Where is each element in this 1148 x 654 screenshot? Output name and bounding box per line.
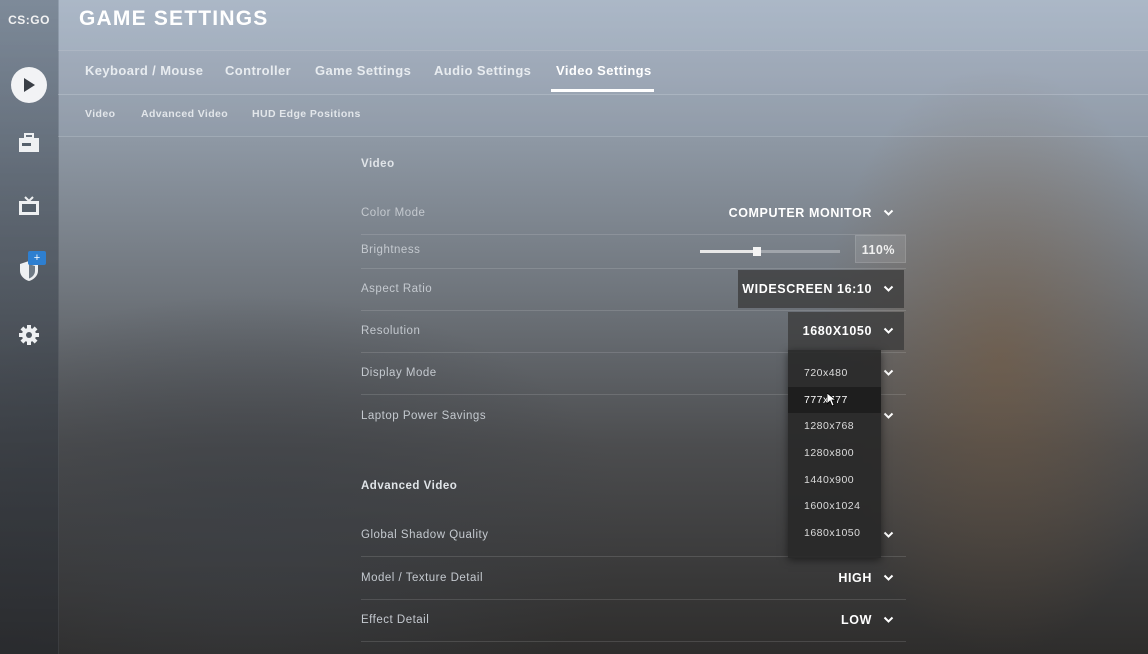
tab-keyboard-mouse[interactable]: Keyboard / Mouse [85, 50, 203, 92]
section-title-advanced-video: Advanced Video [361, 480, 458, 492]
watch-button[interactable] [0, 194, 58, 220]
tab-controller[interactable]: Controller [225, 50, 291, 92]
setting-row-model-texture-detail[interactable]: Model / Texture Detail HIGH [361, 557, 906, 600]
setting-label: Resolution [361, 325, 421, 337]
brightness-value-box[interactable]: 110% [855, 235, 906, 263]
setting-value: WIDESCREEN 16:10 [742, 282, 872, 296]
notification-badge: + [28, 251, 46, 265]
play-icon [11, 67, 47, 103]
play-button[interactable] [0, 67, 58, 103]
chevron-down-icon [883, 412, 894, 419]
resolution-option[interactable]: 1440x900 [788, 467, 881, 493]
setting-row-resolution[interactable]: Resolution 1680X1050 [361, 310, 906, 353]
setting-label: Model / Texture Detail [361, 572, 484, 584]
resolution-dropdown: 720x480 777x777 1280x768 1280x800 1440x9… [788, 350, 881, 558]
setting-label: Display Mode [361, 367, 437, 379]
setting-label: Effect Detail [361, 614, 430, 626]
resolution-option[interactable]: 1600x1024 [788, 493, 881, 519]
setting-row-effect-detail[interactable]: Effect Detail LOW [361, 599, 906, 642]
chevron-down-icon [883, 574, 894, 581]
active-tab-indicator [551, 89, 654, 92]
setting-label: Laptop Power Savings [361, 410, 487, 422]
setting-value: COMPUTER MONITOR [728, 206, 872, 220]
section-title-video: Video [361, 158, 395, 170]
setting-label: Aspect Ratio [361, 283, 433, 295]
setting-value: LOW [841, 613, 872, 627]
csgo-logo[interactable]: CS:GO [0, 13, 58, 27]
tv-icon [19, 196, 39, 215]
sidebar: CS:GO + [0, 0, 59, 654]
gear-icon [19, 325, 39, 345]
resolution-option[interactable]: 1680x1050 [788, 520, 881, 546]
chevron-down-icon [883, 369, 894, 376]
setting-value: HIGH [838, 571, 872, 585]
settings-button[interactable] [0, 322, 58, 348]
mouse-cursor-icon [827, 393, 837, 407]
shield-button[interactable]: + [0, 251, 58, 284]
tab-game-settings[interactable]: Game Settings [315, 50, 411, 92]
slider-thumb[interactable] [753, 247, 762, 256]
setting-row-aspect-ratio[interactable]: Aspect Ratio WIDESCREEN 16:10 [361, 268, 906, 311]
resolution-option[interactable]: 1280x800 [788, 440, 881, 466]
subtab-hud-edge-positions[interactable]: HUD Edge Positions [252, 94, 361, 136]
setting-label: Brightness [361, 244, 421, 256]
brightness-value: 110% [861, 243, 895, 257]
briefcase-icon [19, 133, 39, 152]
chevron-down-icon [883, 285, 894, 292]
setting-value: 1680X1050 [802, 324, 872, 338]
inventory-button[interactable] [0, 130, 58, 156]
resolution-option[interactable]: 1280x768 [788, 413, 881, 439]
tab-video-settings[interactable]: Video Settings [556, 50, 652, 92]
chevron-down-icon [883, 616, 894, 623]
brightness-slider[interactable] [700, 247, 840, 256]
subtab-advanced-video[interactable]: Advanced Video [141, 94, 228, 136]
resolution-option[interactable]: 720x480 [788, 360, 881, 386]
chevron-down-icon [883, 209, 894, 216]
setting-row-color-mode[interactable]: Color Mode COMPUTER MONITOR [361, 192, 906, 235]
chevron-down-icon [883, 327, 894, 334]
slider-fill [700, 250, 758, 253]
tab-audio-settings[interactable]: Audio Settings [434, 50, 531, 92]
chevron-down-icon [883, 531, 894, 538]
setting-label: Color Mode [361, 207, 426, 219]
setting-row-brightness: Brightness 110% [361, 230, 906, 269]
page-title: GAME SETTINGS [79, 7, 269, 30]
setting-label: Global Shadow Quality [361, 529, 489, 541]
subtab-video[interactable]: Video [85, 94, 115, 136]
